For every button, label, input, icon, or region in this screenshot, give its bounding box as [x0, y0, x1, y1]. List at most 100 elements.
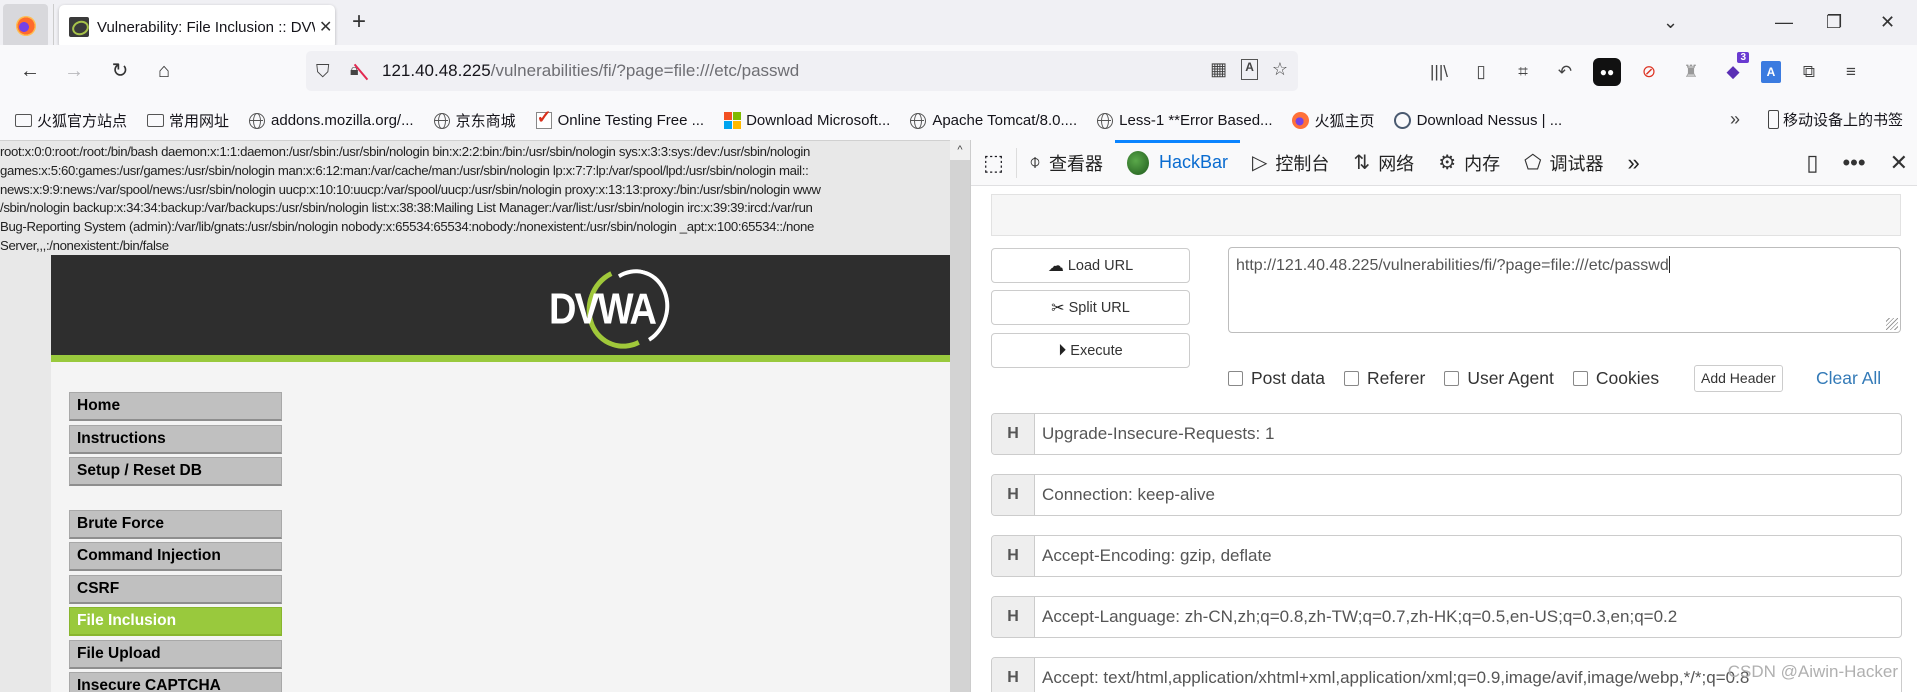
header-value[interactable]: Accept-Language: zh-CN,zh;q=0.8,zh-TW;q=… [1035, 597, 1677, 637]
clear-all-link[interactable]: Clear All [1816, 368, 1881, 389]
translate-icon[interactable]: A [1241, 59, 1258, 80]
ghostery-icon[interactable]: ●● [1593, 58, 1621, 86]
crop-icon[interactable]: ⌗ [1509, 58, 1537, 86]
bookmark-item[interactable]: Less-1 **Error Based... [1096, 112, 1273, 129]
undo-icon[interactable]: ↶ [1551, 58, 1579, 86]
split-url-button[interactable]: ✂ Split URL [991, 290, 1190, 325]
resize-grip-icon[interactable] [1886, 318, 1898, 330]
load-url-button[interactable]: ☁ Load URL [991, 248, 1190, 283]
restore-button[interactable]: ❐ [1826, 12, 1842, 33]
blocker-icon[interactable]: ⊘ [1635, 58, 1663, 86]
bookmarks-toolbar: 火狐官方站点 常用网址 addons.mozilla.org/... 京东商城 … [0, 101, 1917, 140]
bookmark-item[interactable]: Apache Tomcat/8.0.... [909, 112, 1077, 129]
referer-checkbox[interactable]: Referer [1343, 368, 1425, 389]
user-agent-checkbox[interactable]: User Agent [1444, 368, 1554, 389]
minimize-button[interactable]: — [1775, 12, 1793, 33]
tab-active[interactable]: Vulnerability: File Inclusion :: DVWA ✕ [59, 5, 335, 49]
header-row[interactable]: H Accept-Language: zh-CN,zh;q=0.8,zh-TW;q… [991, 596, 1902, 638]
header-value[interactable]: Accept-Encoding: gzip, deflate [1035, 536, 1272, 576]
bookmark-item[interactable]: 常用网址 [146, 110, 229, 131]
forward-icon[interactable]: → [60, 59, 88, 83]
menu-item-home[interactable]: Home [69, 392, 282, 421]
tab-console[interactable]: ▷ 控制台 [1240, 140, 1341, 186]
header-row[interactable]: H Connection: keep-alive [991, 474, 1902, 516]
menu-gap [69, 490, 282, 510]
element-picker-icon[interactable]: ⬚ [971, 147, 1017, 178]
bookmark-item[interactable]: Download Microsoft... [723, 112, 890, 129]
menu-item-brute-force[interactable]: Brute Force [69, 509, 282, 539]
debugger-icon: ⬠ [1524, 152, 1542, 174]
tab-separator [53, 4, 54, 46]
url-textarea[interactable]: http://121.40.48.225/vulnerabilities/fi/… [1228, 247, 1901, 333]
tab-inspector[interactable]: ⌽ 查看器 [1017, 140, 1115, 186]
close-devtools-icon[interactable]: ✕ [1890, 150, 1908, 176]
tab-list-icon[interactable]: ⌄ [1663, 12, 1678, 33]
spy-icon[interactable]: ♜ [1677, 58, 1705, 86]
translate-extension-icon[interactable]: A [1761, 61, 1781, 83]
header-value[interactable]: Upgrade-Insecure-Requests: 1 [1035, 414, 1274, 454]
firefox-icon [15, 16, 36, 36]
bookmark-item[interactable]: 京东商城 [433, 110, 516, 131]
cookies-checkbox[interactable]: Cookies [1572, 368, 1659, 389]
url-bar[interactable]: ⛉ 🔒︎ 121.40.48.225/vulnerabilities/fi/?p… [306, 51, 1298, 91]
header-marker: H [992, 536, 1035, 576]
reload-icon[interactable]: ↻ [106, 59, 134, 83]
bookmark-item[interactable]: Download Nessus | ... [1394, 112, 1562, 129]
header-row[interactable]: H Upgrade-Insecure-Requests: 1 [991, 413, 1902, 455]
qr-code-icon[interactable]: ▦ [1210, 59, 1227, 80]
page-viewport: root:x:0:0:root:/root:/bin/bash daemon:x… [0, 140, 950, 692]
tab-hackbar[interactable]: HackBar [1115, 139, 1241, 186]
bookmark-star-icon[interactable]: ☆ [1272, 59, 1288, 80]
firefox-view-button[interactable] [3, 4, 48, 48]
scroll-up-icon[interactable]: ^ [950, 140, 970, 160]
close-tab-icon[interactable]: ✕ [319, 17, 332, 37]
mobile-bookmarks[interactable]: 移动设备上的书签 [1768, 109, 1903, 130]
menu-item-file-inclusion[interactable]: File Inclusion [69, 607, 282, 636]
home-icon[interactable]: ⌂ [150, 59, 178, 83]
logo-text: DVWA [549, 285, 657, 335]
responsive-mode-icon[interactable]: ▯ [1806, 150, 1818, 176]
scissors-icon: ✂ [1051, 299, 1065, 317]
insecure-lock-icon[interactable]: 🔒︎ [350, 62, 368, 80]
bookmark-item[interactable]: Online Testing Free ... [535, 107, 704, 129]
dvwa-favicon-icon [69, 17, 89, 37]
tracking-shield-icon[interactable]: ⛉ [316, 61, 336, 82]
extensions-icon[interactable]: ⧉ [1795, 58, 1823, 86]
more-tabs-icon[interactable]: » [1616, 140, 1652, 186]
folder-icon [14, 113, 32, 129]
app-menu-icon[interactable]: ≡ [1837, 58, 1865, 86]
more-options-icon[interactable]: ••• [1842, 150, 1865, 176]
library-icon[interactable]: |||\ [1425, 58, 1453, 86]
back-icon[interactable]: ← [16, 59, 44, 83]
menu-item-insecure-captcha[interactable]: Insecure CAPTCHA [69, 672, 282, 692]
bookmark-item[interactable]: 火狐主页 [1292, 110, 1375, 131]
menu-item-setup[interactable]: Setup / Reset DB [69, 457, 282, 486]
post-data-checkbox[interactable]: Post data [1228, 368, 1325, 389]
sidebar-icon[interactable]: ▯ [1467, 58, 1495, 86]
new-tab-button[interactable]: + [352, 10, 366, 34]
menu-item-instructions[interactable]: Instructions [69, 424, 282, 454]
tab-debugger[interactable]: ⬠ 调试器 [1512, 140, 1615, 186]
bookmark-item[interactable]: addons.mozilla.org/... [248, 112, 414, 129]
checkbox-icon [535, 107, 553, 129]
header-value[interactable]: Connection: keep-alive [1035, 475, 1215, 515]
menu-item-csrf[interactable]: CSRF [69, 574, 282, 604]
menu-item-file-upload[interactable]: File Upload [69, 639, 282, 669]
bookmark-item[interactable]: 火狐官方站点 [14, 110, 127, 131]
close-window-button[interactable]: ✕ [1880, 12, 1895, 33]
add-header-button[interactable]: Add Header [1694, 365, 1783, 392]
tab-network[interactable]: ⇅ 网络 [1341, 140, 1426, 186]
header-value[interactable]: Accept: text/html,application/xhtml+xml,… [1035, 658, 1749, 692]
tab-memory[interactable]: ⚙ 内存 [1426, 140, 1512, 186]
url-text[interactable]: 121.40.48.225/vulnerabilities/fi/?page=f… [382, 61, 799, 81]
passwd-line: news:x:9:9:news:/var/spool/news:/usr/sbi… [0, 181, 821, 197]
execute-button[interactable]: ⏵ Execute [991, 333, 1190, 368]
devtools-panel: ⬚ ⌽ 查看器 HackBar ▷ 控制台 ⇅ 网络 ⚙ 内存 ⬠ 调试器 » ▯ •••… [970, 139, 1917, 692]
bookmarks-overflow-icon[interactable]: » [1730, 109, 1740, 130]
page-scrollbar[interactable]: ^ [950, 140, 970, 692]
passwd-line: root:x:0:0:root:/root:/bin/bash daemon:x… [0, 144, 810, 159]
header-row[interactable]: H Accept-Encoding: gzip, deflate [991, 535, 1902, 577]
stack-extension-icon[interactable]: ◆ 3 [1719, 52, 1749, 86]
menu-item-command-injection[interactable]: Command Injection [69, 542, 282, 571]
header-marker: H [992, 658, 1035, 692]
